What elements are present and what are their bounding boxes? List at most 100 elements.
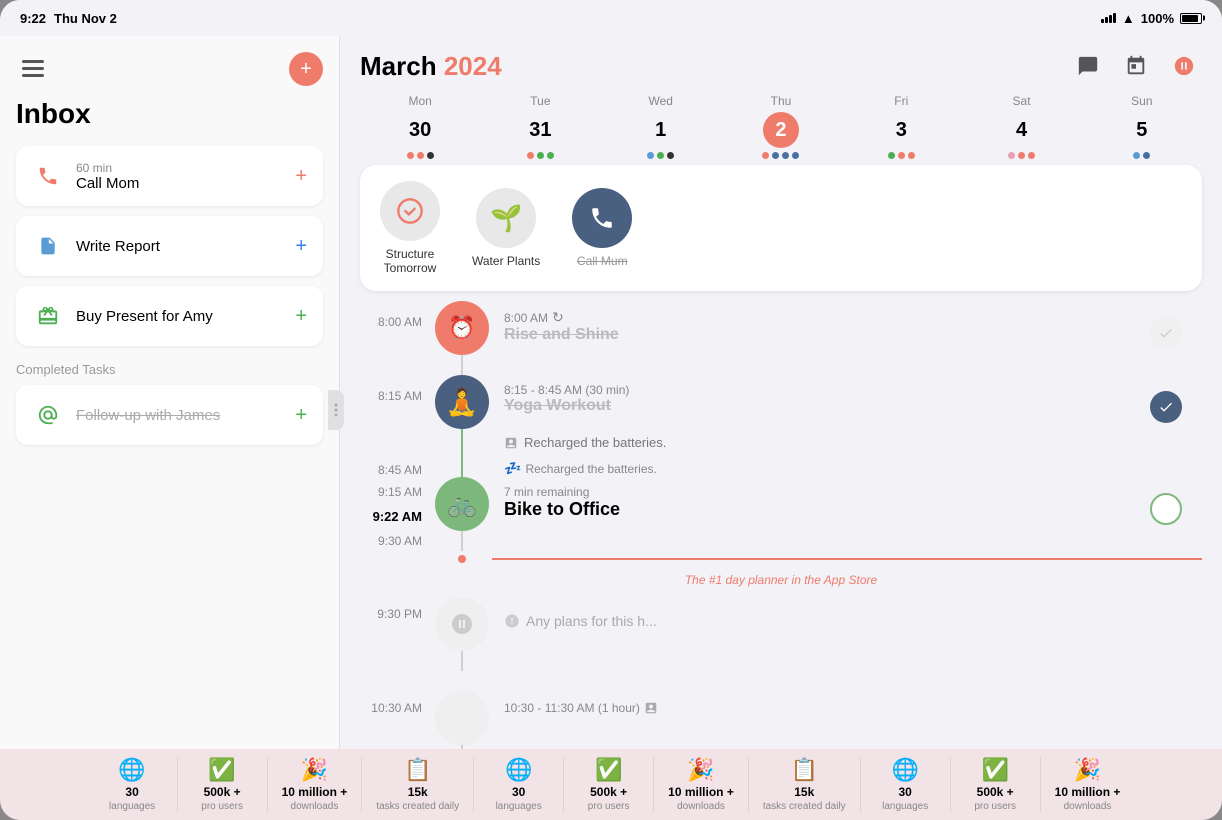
check-bike[interactable]: [1150, 493, 1182, 525]
event-icon-yoga[interactable]: 🧘: [435, 375, 489, 429]
task-item-write-report[interactable]: Write Report +: [16, 216, 323, 276]
timeline-connector-ghost: [432, 597, 492, 671]
day-name-sun: Sun: [1131, 94, 1152, 108]
stat-downloads-1: 🎉 10 million + downloads: [268, 757, 363, 812]
yoga-note-text: Recharged the batteries.: [524, 435, 666, 450]
clipboard-icon-2: 📋: [791, 757, 818, 783]
timeline-line-bike: [461, 531, 463, 551]
sidebar-collapse-handle[interactable]: [328, 390, 344, 430]
sleep-note: 💤 Recharged the batteries.: [504, 460, 1202, 477]
time-label-815: 8:15 AM 8:45 AM: [360, 375, 432, 477]
add-write-report-button[interactable]: +: [295, 235, 307, 258]
day-num-tue: 31: [522, 112, 558, 148]
timeline-connector-1030: [432, 691, 492, 749]
task-buy-present-text: Buy Present for Amy: [76, 308, 283, 325]
day-name-mon: Mon: [408, 94, 431, 108]
task-item-buy-present[interactable]: Buy Present for Amy +: [16, 286, 323, 346]
battery-percentage: 100%: [1141, 11, 1174, 26]
settings-icon-button[interactable]: [1166, 48, 1202, 84]
battery-icon: [1180, 13, 1202, 24]
event-content-rise-shine: 8:00 AM ↻ Rise and Shine: [492, 301, 1202, 375]
sidebar-toggle-button[interactable]: [16, 52, 50, 86]
stat-tasks-1: 📋 15k tasks created daily: [362, 757, 474, 812]
event-time-rise-shine: 8:00 AM ↻: [504, 309, 619, 326]
habit-circle-structure: [380, 181, 440, 241]
event-icon-rise-shine[interactable]: ⏰: [435, 301, 489, 355]
ghost-note: Any plans for this h...: [504, 613, 1202, 629]
time-label-930pm: 9:30 PM: [360, 597, 432, 671]
check-yoga[interactable]: [1150, 391, 1182, 423]
event-content-bike: 7 min remaining Bike to Office: [492, 477, 1202, 551]
check-rise-shine[interactable]: [1150, 317, 1182, 349]
ghost-icon: [435, 597, 489, 651]
stat-prousers-2: ✅ 500k + pro users: [564, 757, 654, 812]
event-row-bike: 9:15 AM 9:22 AM 9:30 AM 🚲 7 min remainin…: [360, 477, 1202, 551]
day-name-fri: Fri: [894, 94, 908, 108]
time-label-800: 8:00 AM: [360, 301, 432, 375]
task-item-call-mom[interactable]: 60 min Call Mom +: [16, 146, 323, 206]
day-thu[interactable]: Thu 2: [721, 94, 841, 159]
call-icon: [32, 160, 64, 192]
event-icon-bike[interactable]: 🚲: [435, 477, 489, 531]
task-call-mom-text: 60 min Call Mom: [76, 161, 283, 192]
stat-languages-1: 🌐 30 languages: [88, 757, 178, 812]
timeline-content: 8:00 AM ⏰ 8:00 AM ↻ Rise and Sh: [360, 291, 1202, 749]
stat-languages-3: 🌐 30 languages: [861, 757, 951, 812]
day-dots-mon: [407, 152, 434, 159]
day-dots-tue: [527, 152, 554, 159]
day-dots-fri: [888, 152, 915, 159]
status-bar: 9:22 Thu Nov 2 ▲ 100%: [0, 0, 1222, 36]
sidebar: + Inbox 60 min Call Mom +: [0, 36, 340, 749]
day-sat[interactable]: Sat 4: [961, 94, 1081, 159]
habit-circle-water: 🌱: [476, 188, 536, 248]
add-task-button[interactable]: +: [289, 52, 323, 86]
completed-task-follow-up[interactable]: Follow-up with James +: [16, 385, 323, 445]
habit-circle-call: [572, 188, 632, 248]
globe-icon-3: 🌐: [891, 757, 918, 783]
main-area: + Inbox 60 min Call Mom +: [0, 36, 1222, 749]
timeline-connector-bike: 🚲: [432, 477, 492, 551]
day-tue[interactable]: Tue 31: [480, 94, 600, 159]
day-wed[interactable]: Wed 1: [601, 94, 721, 159]
event-content-yoga: 8:15 - 8:45 AM (30 min) Yoga Workout Rec…: [492, 375, 1202, 477]
at-icon: [32, 399, 64, 431]
calendar-grid-icon-button[interactable]: [1118, 48, 1154, 84]
current-time-line: [492, 558, 1202, 560]
wifi-icon: ▲: [1122, 11, 1135, 26]
gift-icon: [32, 300, 64, 332]
day-num-sun: 5: [1124, 112, 1160, 148]
message-icon-button[interactable]: [1070, 48, 1106, 84]
event-row-ghost: 9:30 PM Any plans for this h...: [360, 597, 1202, 671]
day-name-thu: Thu: [771, 94, 792, 108]
add-completed-button[interactable]: +: [295, 404, 307, 427]
task-write-report-text: Write Report: [76, 238, 283, 255]
habit-water-plants[interactable]: 🌱 Water Plants: [472, 188, 540, 268]
day-fri[interactable]: Fri 3: [841, 94, 961, 159]
sidebar-top: +: [0, 52, 339, 98]
day-dots-wed: [647, 152, 674, 159]
add-call-mom-button[interactable]: +: [295, 165, 307, 188]
check-icon-3: ✅: [981, 757, 1008, 783]
report-icon: [32, 230, 64, 262]
add-buy-present-button[interactable]: +: [295, 305, 307, 328]
calendar-area: March 2024 Mon 30: [340, 36, 1222, 749]
timeline-line-ghost: [461, 651, 463, 671]
habit-structure-tomorrow[interactable]: StructureTomorrow: [380, 181, 440, 275]
event-time-yoga: 8:15 - 8:45 AM (30 min): [504, 383, 629, 397]
completed-section-label: Completed Tasks: [0, 346, 339, 385]
stat-languages-2: 🌐 30 languages: [474, 757, 564, 812]
day-sun[interactable]: Sun 5: [1082, 94, 1202, 159]
signal-bars-icon: [1101, 13, 1116, 23]
event-title-rise-shine: Rise and Shine: [504, 326, 619, 344]
calendar-header: March 2024: [340, 36, 1222, 84]
day-mon[interactable]: Mon 30: [360, 94, 480, 159]
globe-icon-1: 🌐: [118, 757, 145, 783]
bike-title: Bike to Office: [504, 499, 620, 520]
timeline-scroll[interactable]: 8:00 AM ⏰ 8:00 AM ↻ Rise and Sh: [340, 291, 1222, 749]
timeline-line-800: [461, 355, 463, 375]
time-label-1030: 10:30 AM: [360, 691, 432, 749]
habit-call-mum[interactable]: Call Mum: [572, 188, 632, 268]
day-name-tue: Tue: [530, 94, 550, 108]
day-dots-sat: [1008, 152, 1035, 159]
day-num-sat: 4: [1004, 112, 1040, 148]
